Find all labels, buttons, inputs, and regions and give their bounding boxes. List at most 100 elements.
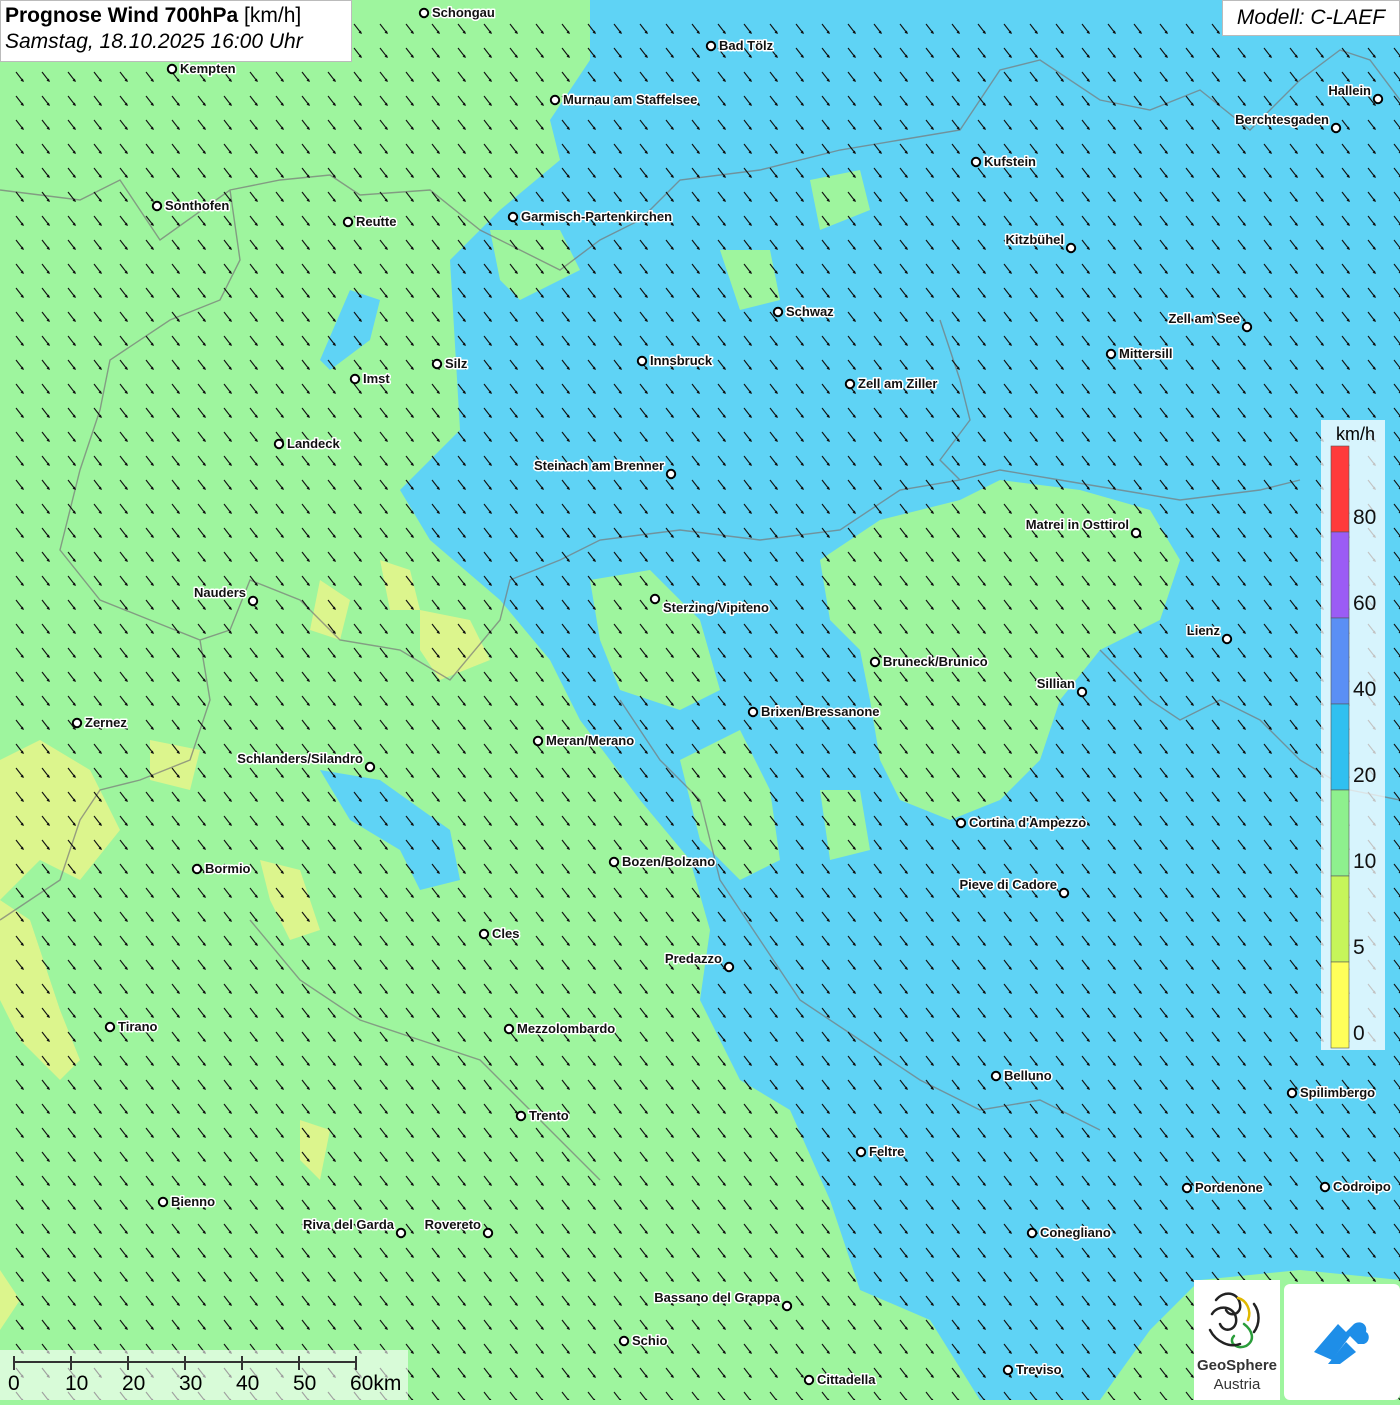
- app-logo[interactable]: [1284, 1284, 1400, 1400]
- geosphere-country: Austria: [1213, 1376, 1261, 1393]
- legend-bands: [1330, 445, 1350, 1049]
- city-dot: [1319, 1181, 1331, 1193]
- city-label: Bassano del Grappa: [654, 1290, 780, 1305]
- city-dot: [151, 200, 163, 212]
- city-dot: [1241, 321, 1253, 333]
- city-dot: [618, 1335, 630, 1347]
- scale-label: 40: [236, 1372, 260, 1395]
- city-label: Kempten: [180, 61, 236, 76]
- legend-labels: 80 60 40 20 10 5 0: [1353, 506, 1376, 1045]
- geosphere-swirl-icon: [1208, 1292, 1260, 1349]
- legend-band: [1330, 617, 1350, 705]
- city-label: Silz: [445, 356, 468, 371]
- city-label: Reutte: [356, 214, 396, 229]
- city-label: Murnau am Staffelsee: [563, 92, 697, 107]
- city-dot: [482, 1227, 494, 1239]
- city-dot: [191, 863, 203, 875]
- city-label: Treviso: [1016, 1362, 1062, 1377]
- city-label: Tirano: [118, 1019, 158, 1034]
- city-label: Hallein: [1328, 83, 1371, 98]
- city-label: Innsbruck: [650, 353, 713, 368]
- city-dot: [104, 1021, 116, 1033]
- city-dot: [507, 211, 519, 223]
- legend-band: [1330, 703, 1350, 791]
- city-dot: [1181, 1182, 1193, 1194]
- city-label: Cittadella: [817, 1372, 876, 1387]
- legend-label: 80: [1353, 506, 1376, 529]
- city-marker: Conegliano: [1026, 1224, 1112, 1242]
- city-label: Lienz: [1187, 623, 1221, 638]
- city-dot: [1058, 887, 1070, 899]
- city-label: Bad Tölz: [719, 38, 774, 53]
- city-marker: Innsbruck: [636, 352, 714, 370]
- city-label: Schio: [632, 1333, 667, 1348]
- forecast-datetime: Samstag, 18.10.2025 16:00 Uhr: [5, 30, 303, 53]
- city-marker: Sonthofen: [151, 197, 231, 215]
- city-label: Zell am See: [1168, 311, 1240, 326]
- city-dot: [1221, 633, 1233, 645]
- color-legend: km/h 80 60 40 20 10 5 0: [1321, 420, 1385, 1050]
- city-dot: [844, 378, 856, 390]
- city-label: Conegliano: [1040, 1225, 1111, 1240]
- geosphere-name: GeoSphere: [1196, 1357, 1278, 1374]
- city-dot: [723, 961, 735, 973]
- title-unit: [km/h]: [244, 4, 302, 27]
- city-dot: [342, 216, 354, 228]
- city-dot: [1372, 93, 1384, 105]
- city-dot: [1330, 122, 1342, 134]
- city-label: Belluno: [1004, 1068, 1052, 1083]
- legend-band: [1330, 789, 1350, 877]
- legend-band: [1330, 875, 1350, 963]
- city-dot: [803, 1374, 815, 1386]
- city-dot: [549, 94, 561, 106]
- city-dot: [1065, 242, 1077, 254]
- city-label: Kufstein: [984, 154, 1036, 169]
- city-label: Steinach am Brenner: [534, 458, 664, 473]
- city-marker: Meran/Merano: [532, 732, 636, 750]
- scale-label: 30: [179, 1372, 203, 1395]
- city-marker: Cortina d'Ampezzo: [955, 814, 1088, 832]
- title-main: Prognose Wind 700hPa: [5, 4, 239, 27]
- scale-label: 60km: [350, 1372, 402, 1395]
- city-dot: [1286, 1087, 1298, 1099]
- city-marker: Bruneck/Brunico: [869, 653, 989, 671]
- city-label: Sterzing/Vipiteno: [663, 600, 769, 615]
- city-label: Brixen/Bressanone: [761, 704, 880, 719]
- city-dot: [1002, 1364, 1014, 1376]
- city-label: Codroipo: [1333, 1179, 1391, 1194]
- city-marker: Spilimbergo: [1286, 1084, 1377, 1102]
- city-marker: Garmisch-Partenkirchen: [507, 208, 674, 226]
- city-dot: [990, 1070, 1002, 1082]
- city-marker: Zell am Ziller: [844, 375, 939, 393]
- city-label: Nauders: [194, 585, 246, 600]
- title-box: Prognose Wind 700hPa [km/h] Samstag, 18.…: [0, 0, 352, 62]
- city-label: Matrei in Osttirol: [1026, 517, 1129, 532]
- city-dot: [364, 761, 376, 773]
- city-label: Cles: [492, 926, 519, 941]
- city-label: Bormio: [205, 861, 251, 876]
- city-label: Bruneck/Brunico: [883, 654, 988, 669]
- city-dot: [515, 1110, 527, 1122]
- city-label: Kitzbühel: [1006, 232, 1065, 247]
- city-dot: [418, 7, 430, 19]
- city-dot: [855, 1146, 867, 1158]
- city-label: Garmisch-Partenkirchen: [521, 209, 672, 224]
- scale-label: 10: [65, 1372, 89, 1395]
- city-label: Rovereto: [425, 1217, 481, 1232]
- city-label: Spilimbergo: [1300, 1085, 1375, 1100]
- legend-label: 40: [1353, 678, 1376, 701]
- city-marker: Schongau: [418, 4, 496, 22]
- city-dot: [869, 656, 881, 668]
- wind-map[interactable]: Schongau Bad Tölz Kempten Murnau am Staffel…: [0, 0, 1400, 1400]
- city-dot: [1076, 686, 1088, 698]
- city-dot: [665, 468, 677, 480]
- city-label: Imst: [363, 371, 390, 386]
- city-marker: Brixen/Bressanone: [747, 703, 881, 721]
- geosphere-logo[interactable]: GeoSphere Austria: [1194, 1280, 1280, 1400]
- city-label: Schwaz: [786, 304, 834, 319]
- city-label: Trento: [529, 1108, 569, 1123]
- legend-band: [1330, 531, 1350, 619]
- city-dot: [1026, 1227, 1038, 1239]
- city-dot: [532, 735, 544, 747]
- city-label: Meran/Merano: [546, 733, 634, 748]
